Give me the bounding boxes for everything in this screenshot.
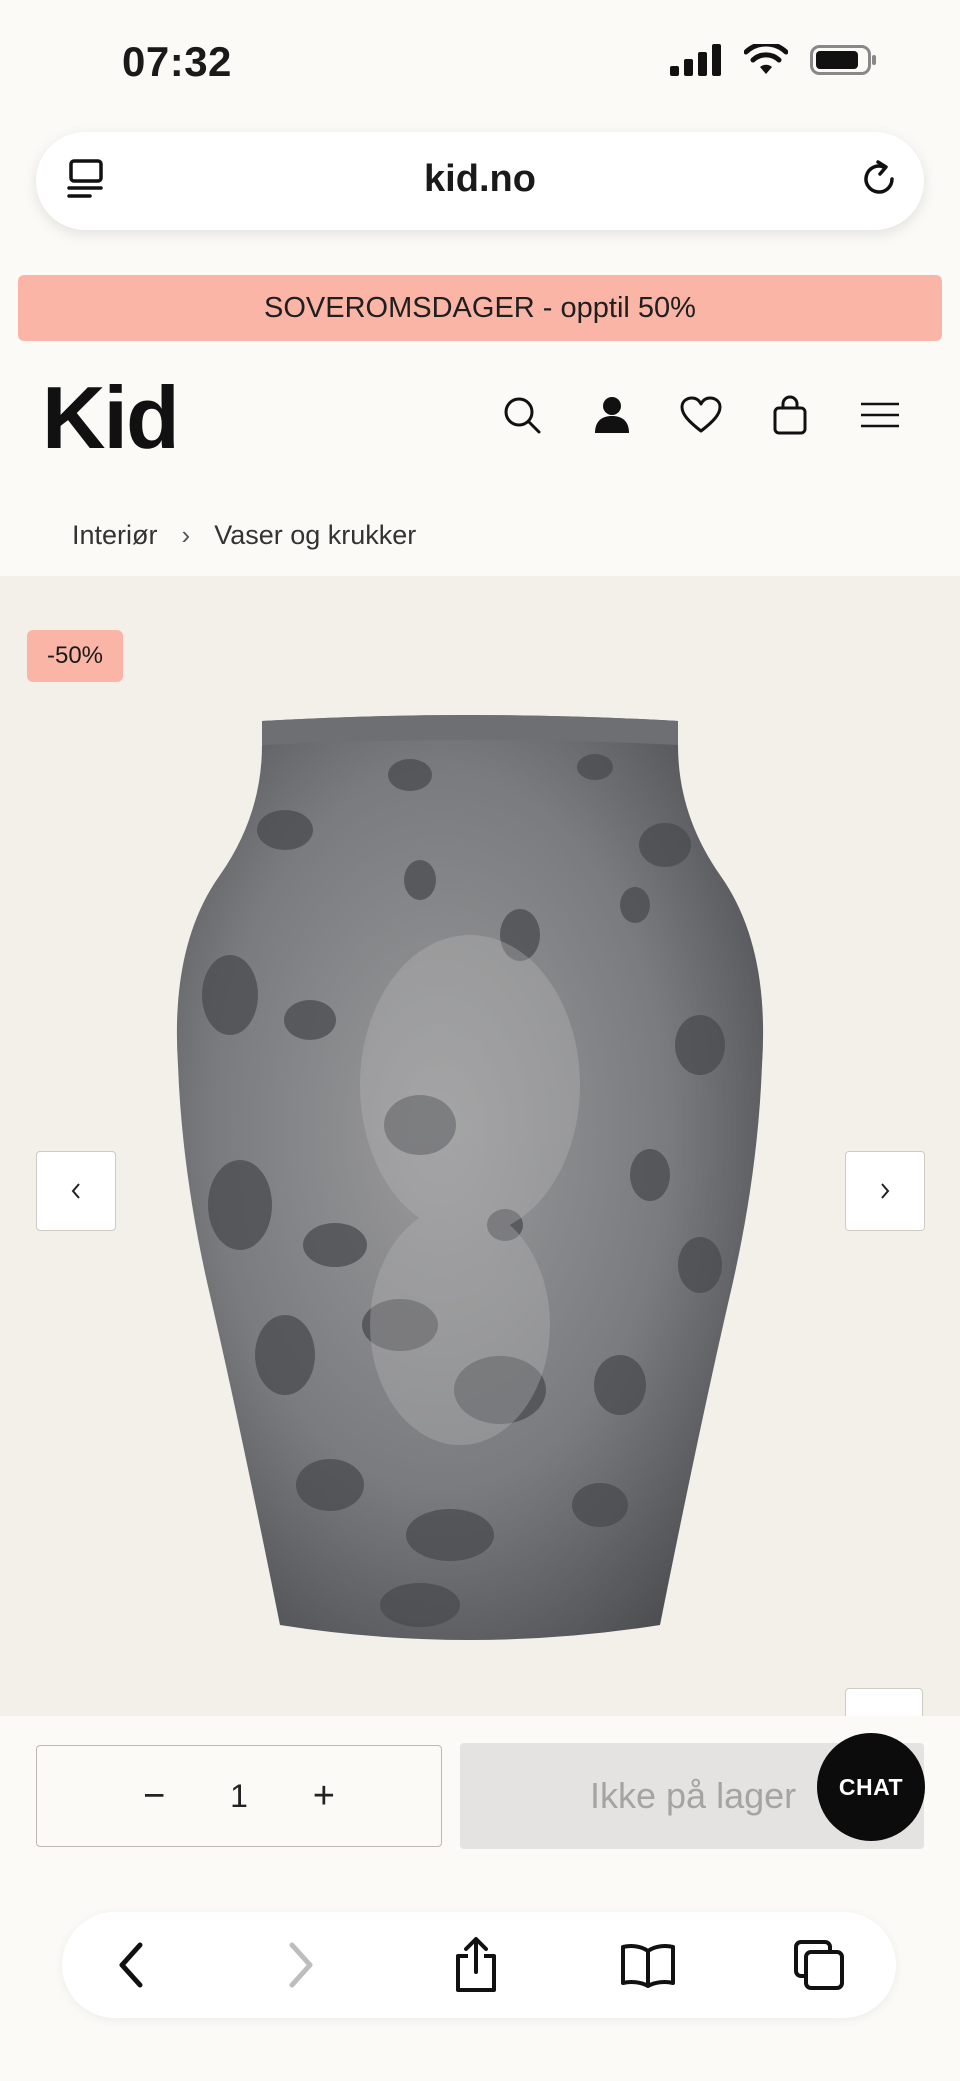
address-bar[interactable]: kid.no <box>36 132 924 230</box>
status-bar: 07:32 <box>0 0 960 130</box>
chevron-right-icon <box>881 1183 890 1199</box>
forward-icon[interactable] <box>272 1936 330 1994</box>
tabs-icon[interactable] <box>790 1936 848 1994</box>
quantity-stepper: − 1 + <box>36 1745 442 1847</box>
site-header: Kid <box>0 345 960 480</box>
search-icon[interactable] <box>500 393 544 437</box>
quantity-decrease-button[interactable]: − <box>134 1775 174 1818</box>
breadcrumb-item-interior[interactable]: Interiør <box>72 520 158 551</box>
status-icons <box>670 44 878 76</box>
breadcrumb-item-vases[interactable]: Vaser og krukker <box>214 520 416 551</box>
breadcrumb-separator: › <box>181 520 191 550</box>
carousel-next-button[interactable] <box>845 1151 925 1231</box>
back-icon[interactable] <box>102 1936 160 1994</box>
battery-icon <box>810 45 876 75</box>
menu-icon[interactable] <box>858 393 902 437</box>
status-time: 07:32 <box>122 38 232 85</box>
wifi-icon <box>744 44 788 74</box>
share-icon[interactable] <box>447 1936 505 1994</box>
url-text[interactable]: kid.no <box>36 158 924 201</box>
bookmarks-icon[interactable] <box>619 1936 677 1994</box>
breadcrumb: Interiør › Vaser og krukker <box>72 520 416 551</box>
quantity-increase-button[interactable]: + <box>304 1775 344 1818</box>
reload-icon[interactable] <box>856 156 902 207</box>
quantity-value[interactable]: 1 <box>230 1778 248 1815</box>
logo[interactable]: Kid <box>42 367 180 469</box>
promo-banner[interactable]: SOVEROMSDAGER - opptil 50% <box>18 275 942 341</box>
discount-badge: -50% <box>27 630 123 682</box>
wishlist-heart-icon[interactable] <box>679 393 723 437</box>
account-icon[interactable] <box>590 393 634 437</box>
carousel-prev-button[interactable] <box>36 1151 116 1231</box>
browser-toolbar <box>62 1912 896 2018</box>
cellular-signal-icon <box>670 44 721 76</box>
vase-image <box>176 715 764 1640</box>
cart-bag-icon[interactable] <box>768 393 812 437</box>
chat-button[interactable]: CHAT <box>817 1733 925 1841</box>
chevron-left-icon <box>71 1183 80 1199</box>
